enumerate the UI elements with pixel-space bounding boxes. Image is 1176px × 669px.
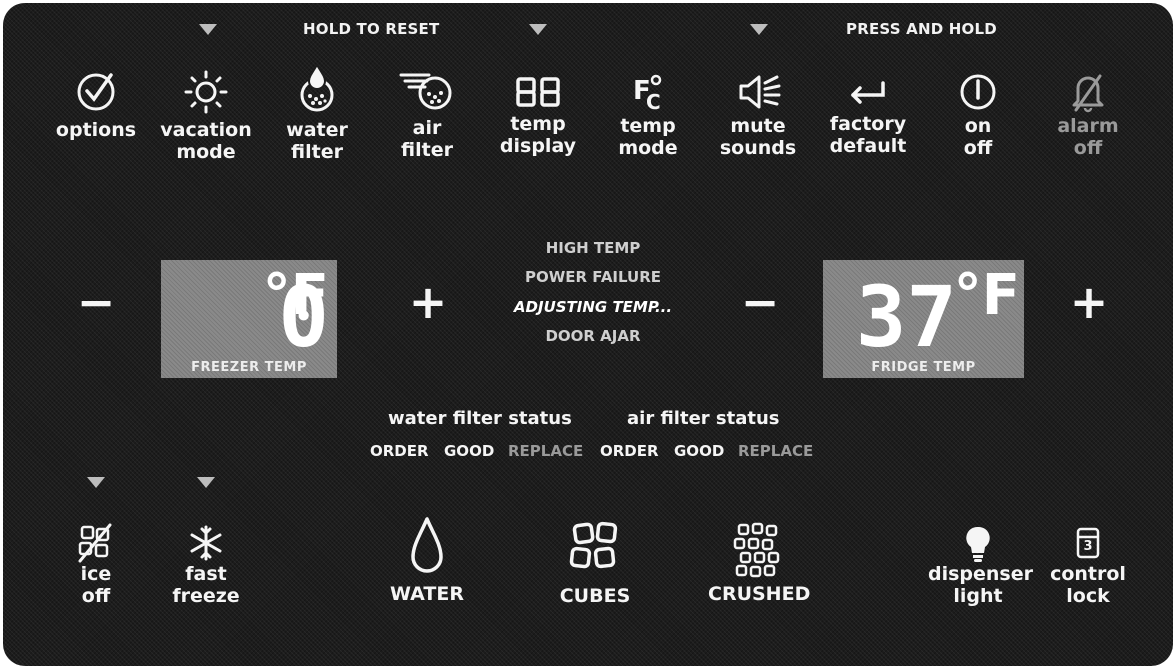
alarm-off-label-line1: alarm (1057, 115, 1119, 137)
control-panel: HOLD TO RESET PRESS AND HOLD options vac… (3, 3, 1173, 666)
dispenser-light-button[interactable]: dispenser light (928, 523, 1034, 607)
water-dispense-button[interactable]: WATER (377, 515, 477, 605)
crushed-label: CRUSHED (708, 583, 811, 605)
control-lock-label-line1: control (1050, 563, 1126, 585)
ice-off-indicator-arrow (87, 477, 105, 488)
water-label: WATER (390, 583, 464, 605)
fridge-temp-unit: °F (953, 263, 1020, 328)
fast-freeze-label-line1: fast (185, 563, 227, 585)
digit-88-icon (516, 77, 560, 107)
vacation-mode-indicator-arrow (199, 24, 217, 35)
power-icon (960, 74, 996, 110)
temp-mode-label-line1: temp (620, 115, 676, 137)
water-drop-icon (411, 517, 443, 573)
fast-freeze-label-line2: freeze (172, 585, 240, 607)
speaker-mute-icon (739, 75, 781, 109)
lock-icon-digit: 3 (1083, 539, 1093, 554)
water-filter-button[interactable]: water filter (267, 63, 367, 163)
water-filter-label-line2: filter (291, 141, 343, 163)
freezer-temp-decrease-button[interactable]: − (71, 279, 121, 325)
vacation-label-line2: mode (176, 141, 236, 163)
temp-mode-button[interactable]: F C temp mode (598, 71, 698, 159)
fridge-temp-label: FRIDGE TEMP (871, 360, 976, 375)
crushed-ice-icon (733, 522, 780, 578)
air-filter-good: GOOD (674, 442, 725, 460)
cubes-label: CUBES (559, 585, 631, 607)
light-bulb-icon (966, 526, 990, 562)
alert-door-ajar: DOOR AJAR (545, 327, 641, 345)
control-lock-button[interactable]: 3 control lock (1038, 523, 1138, 607)
mute-sounds-label-line2: sounds (719, 137, 797, 159)
alert-high-temp: HIGH TEMP (545, 239, 641, 257)
svg-text:C: C (646, 90, 661, 113)
temp-display-label-line2: display (499, 135, 577, 157)
vacation-label-line1: vacation (160, 119, 252, 141)
fridge-temp-decrease-button[interactable]: − (735, 279, 785, 325)
fridge-temp-value: 37 (856, 268, 957, 356)
snowflake-icon (190, 525, 222, 561)
vacation-mode-button[interactable]: vacation mode (156, 69, 256, 163)
temp-display-indicator-arrow (529, 24, 547, 35)
ice-off-icon (78, 523, 112, 563)
alert-power-failure: POWER FAILURE (524, 268, 662, 286)
mute-sounds-button[interactable]: mute sounds (708, 71, 808, 159)
fridge-temp-increase-button[interactable]: + (1064, 279, 1114, 325)
mute-sounds-label-line1: mute (730, 115, 786, 137)
cubes-dispense-button[interactable]: CUBES (545, 519, 645, 607)
bell-off-icon (1072, 74, 1104, 113)
ice-off-label-line1: ice (80, 563, 112, 585)
air-filter-label-line1: air (412, 117, 442, 139)
check-circle-icon (77, 73, 115, 111)
hold-to-reset-label: HOLD TO RESET (303, 20, 440, 38)
on-off-label-line2: off (963, 137, 993, 159)
sun-icon (184, 70, 228, 114)
temp-display-button[interactable]: temp display (488, 73, 588, 157)
alarm-off-button[interactable]: alarm off (1038, 71, 1138, 159)
mute-sounds-indicator-arrow (750, 24, 768, 35)
water-filter-icon (300, 63, 334, 112)
fast-freeze-button[interactable]: fast freeze (156, 523, 256, 607)
factory-default-label-line2: default (829, 135, 907, 157)
crushed-dispense-button[interactable]: CRUSHED (708, 521, 811, 605)
factory-default-label-line1: factory (829, 113, 907, 135)
temp-mode-label-line2: mode (618, 137, 678, 159)
fast-freeze-indicator-arrow (197, 477, 215, 488)
air-filter-label-line2: filter (401, 139, 453, 161)
dispenser-light-label-line2: light (953, 585, 1003, 607)
press-and-hold-label: PRESS AND HOLD (846, 20, 997, 38)
freezer-temp-label: FREEZER TEMP (191, 360, 307, 375)
air-filter-replace: REPLACE (738, 442, 814, 460)
water-filter-label-line1: water (286, 119, 348, 141)
water-filter-status-title: water filter status (388, 408, 572, 429)
water-filter-order: ORDER (370, 442, 429, 460)
options-label: options (55, 119, 137, 141)
factory-default-button[interactable]: factory default (818, 73, 918, 157)
control-lock-label-line2: lock (1066, 585, 1110, 607)
lock-icon: 3 (1068, 523, 1108, 563)
water-filter-good: GOOD (444, 442, 495, 460)
options-button[interactable]: options (46, 69, 146, 141)
dispenser-light-label-line1: dispenser (928, 563, 1034, 585)
on-off-label-line1: on (964, 115, 992, 137)
fahrenheit-celsius-icon: F C (633, 74, 662, 113)
air-filter-order: ORDER (600, 442, 659, 460)
alert-adjusting-temp: ADJUSTING TEMP... (513, 298, 673, 316)
air-filter-status-title: air filter status (627, 408, 780, 429)
fridge-temp-display: 37 °F FRIDGE TEMP (823, 260, 1024, 378)
air-filter-button[interactable]: air filter (377, 67, 477, 161)
freezer-temp-unit: °F (262, 263, 329, 328)
on-off-button[interactable]: on off (928, 71, 1028, 159)
freezer-temp-display: 0 °F FREEZER TEMP (161, 260, 337, 378)
ice-cubes-icon (569, 521, 618, 569)
return-arrow-icon (851, 81, 885, 104)
ice-off-label-line2: off (81, 585, 111, 607)
water-filter-replace: REPLACE (508, 442, 584, 460)
alarm-off-label-line2: off (1073, 137, 1103, 159)
temp-display-label-line1: temp (510, 113, 566, 135)
air-filter-icon (399, 73, 452, 110)
ice-off-button[interactable]: ice off (46, 523, 146, 607)
